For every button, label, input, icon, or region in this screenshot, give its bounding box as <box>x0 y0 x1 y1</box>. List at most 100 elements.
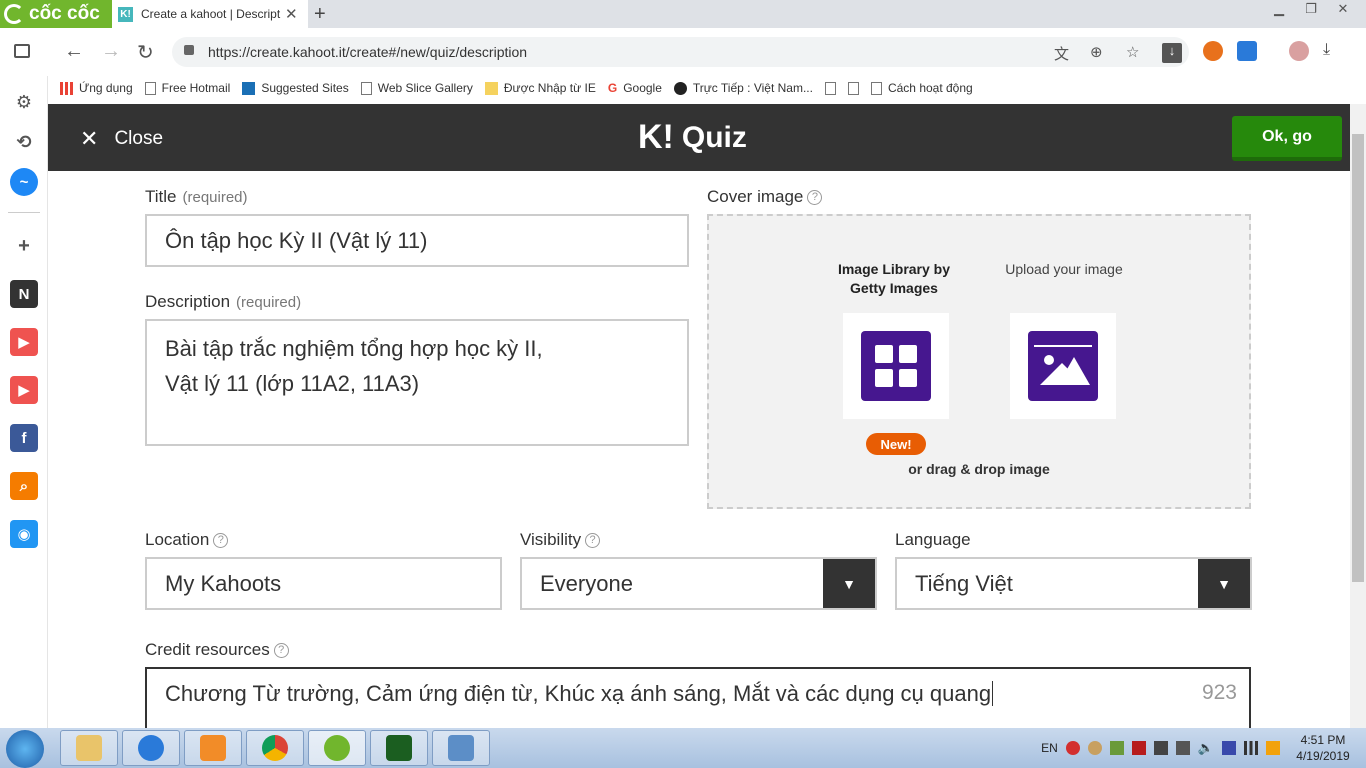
tab-close-icon[interactable]: ✕ <box>285 5 298 23</box>
drag-drop-hint: or drag & drop image <box>908 461 1050 477</box>
tray-app-icon[interactable] <box>1131 741 1146 755</box>
minimize-icon[interactable]: ▁ <box>1268 1 1290 17</box>
taskbar-ie[interactable] <box>122 730 180 766</box>
ok-go-button[interactable]: Ok, go <box>1232 116 1342 161</box>
reload-icon[interactable]: ↻ <box>137 40 154 65</box>
coccoc-icon <box>324 735 350 761</box>
sidebar-toggle-icon[interactable] <box>14 44 30 58</box>
bookmark-suggested-sites[interactable]: Suggested Sites <box>242 81 349 95</box>
address-bar[interactable]: https://create.kahoot.it/create#/new/qui… <box>172 37 1189 67</box>
system-tray: EN 🔈 4:51 PM 4/19/2019 <box>1041 728 1358 768</box>
title-input[interactable]: Ôn tập học Kỳ II (Vật lý 11) <box>145 214 689 267</box>
extension-search-icon[interactable] <box>1237 41 1257 61</box>
back-icon[interactable]: ← <box>64 40 84 63</box>
translate-icon[interactable]: 文 <box>1054 43 1069 64</box>
forward-icon[interactable]: → <box>101 40 121 63</box>
facebook-icon[interactable]: f <box>10 424 38 452</box>
profile-avatar[interactable] <box>1289 41 1309 61</box>
bookmark-star-icon[interactable]: ☆ <box>1126 43 1139 61</box>
bookmark-cach-hoat-dong[interactable]: Cách hoạt động <box>870 81 973 95</box>
taskbar-chrome[interactable] <box>246 730 304 766</box>
language-indicator[interactable]: EN <box>1041 741 1058 755</box>
taskbar-app[interactable] <box>370 730 428 766</box>
close-button[interactable]: ✕ Close <box>80 126 163 152</box>
bookmark-apps[interactable]: Ứng dụng <box>60 81 133 95</box>
language-select[interactable]: Tiếng Việt ▼ <box>895 557 1252 610</box>
credit-resources-input[interactable]: Chương Từ trường, Cảm ứng điện từ, Khúc … <box>145 667 1251 728</box>
taskbar-image-viewer[interactable] <box>432 730 490 766</box>
upload-image-button[interactable] <box>1010 313 1116 419</box>
tray-app-icon[interactable] <box>1065 741 1080 755</box>
cover-image-dropzone[interactable]: Image Library by Getty Images Upload you… <box>707 214 1251 509</box>
help-icon[interactable]: ? <box>807 190 823 206</box>
kahoot-page: ✕ Close K! Quiz Ok, go Title (required) Ô… <box>48 104 1350 728</box>
description-line: Vật lý 11 (lớp 11A2, 11A3) <box>165 371 420 396</box>
browser-tab[interactable]: K! Create a kahoot | Descript ✕ <box>112 0 308 28</box>
downloads-icon[interactable]: ⤓ <box>1323 41 1343 61</box>
window-close-icon[interactable]: ✕ <box>1332 1 1354 17</box>
visibility-select[interactable]: Everyone ▼ <box>520 557 877 610</box>
help-icon[interactable]: ? <box>213 533 229 549</box>
bookmark-folder-ie[interactable]: Được Nhập từ IE <box>484 81 596 95</box>
description-textarea[interactable]: Bài tập trắc nghiệm tổng hợp học kỳ II, … <box>145 319 689 446</box>
volume-icon[interactable]: 🔈 <box>1198 740 1214 756</box>
add-app-icon[interactable]: + <box>10 232 38 260</box>
bing-icon <box>242 81 256 95</box>
history-icon[interactable]: ⟲ <box>10 128 38 156</box>
location-input[interactable]: My Kahoots <box>145 557 502 610</box>
youtube-icon[interactable]: ▶ <box>10 328 38 356</box>
browser-brand: cốc cốc <box>29 3 100 24</box>
start-button[interactable] <box>6 730 44 768</box>
bookmark-blank-2[interactable] <box>847 81 859 95</box>
page-scrollbar[interactable] <box>1350 104 1366 728</box>
taskbar-media[interactable] <box>184 730 242 766</box>
close-label: Close <box>114 128 164 149</box>
zoom-icon[interactable]: ⊕ <box>1090 43 1103 61</box>
tray-app-icon[interactable] <box>1222 741 1236 755</box>
page-icon <box>824 81 836 95</box>
new-tab-icon[interactable]: + <box>314 3 326 26</box>
taskbar-coccoc[interactable] <box>308 730 366 766</box>
sidebar-divider <box>8 212 40 213</box>
image-viewer-icon <box>448 735 474 761</box>
settings-icon[interactable]: ⚙ <box>10 88 38 116</box>
help-icon[interactable]: ? <box>585 533 601 549</box>
youtube-icon[interactable]: ▶ <box>10 376 38 404</box>
new-badge: New! <box>866 433 926 455</box>
scrollbar-thumb[interactable] <box>1352 134 1364 582</box>
download-page-icon[interactable]: ↓ <box>1162 43 1182 63</box>
chevron-down-icon[interactable]: ▼ <box>1198 559 1250 608</box>
tray-app-icon[interactable] <box>1266 741 1280 755</box>
upload-image-label: Upload your image <box>1005 261 1123 277</box>
extension-chrome-icon[interactable] <box>1203 41 1223 61</box>
kahoot-header: ✕ Close K! Quiz Ok, go <box>48 104 1350 171</box>
notion-icon[interactable]: N <box>10 280 38 308</box>
bookmark-truc-tiep[interactable]: Trực Tiếp : Việt Nam... <box>673 81 813 95</box>
location-label-text: Location <box>145 530 210 549</box>
clock[interactable]: 4:51 PM 4/19/2019 <box>1288 732 1358 764</box>
bookmark-google[interactable]: G Google <box>608 81 662 95</box>
bookmark-blank-1[interactable] <box>824 81 836 95</box>
bookmark-free-hotmail[interactable]: Free Hotmail <box>144 81 230 95</box>
tray-app-icon[interactable] <box>1109 741 1124 755</box>
credit-resources-label: Credit resources? <box>145 640 289 660</box>
browser-sidebar: ⚙ ⟲ ~ + N ▶ ▶ f ⌕ ◉ <box>0 76 48 728</box>
search-icon[interactable]: ⌕ <box>10 472 38 500</box>
tray-app-icon[interactable] <box>1175 741 1190 755</box>
tray-app-icon[interactable] <box>1087 741 1102 755</box>
visibility-value: Everyone <box>540 570 633 596</box>
chevron-down-icon[interactable]: ▼ <box>823 559 875 608</box>
messenger-icon[interactable]: ~ <box>10 168 38 196</box>
coccoc-logo[interactable]: cốc cốc <box>0 0 112 28</box>
help-icon[interactable]: ? <box>273 643 289 659</box>
google-icon: G <box>607 81 618 95</box>
media-icon[interactable]: ◉ <box>10 520 38 548</box>
folder-icon <box>76 735 102 761</box>
bookmark-web-slice-gallery[interactable]: Web Slice Gallery <box>360 81 473 95</box>
restore-icon[interactable]: ❐ <box>1300 1 1322 17</box>
network-signal-icon[interactable] <box>1244 741 1258 755</box>
image-library-button[interactable] <box>843 313 949 419</box>
taskbar-explorer[interactable] <box>60 730 118 766</box>
tray-app-icon[interactable] <box>1153 741 1168 755</box>
page-icon <box>847 81 859 95</box>
